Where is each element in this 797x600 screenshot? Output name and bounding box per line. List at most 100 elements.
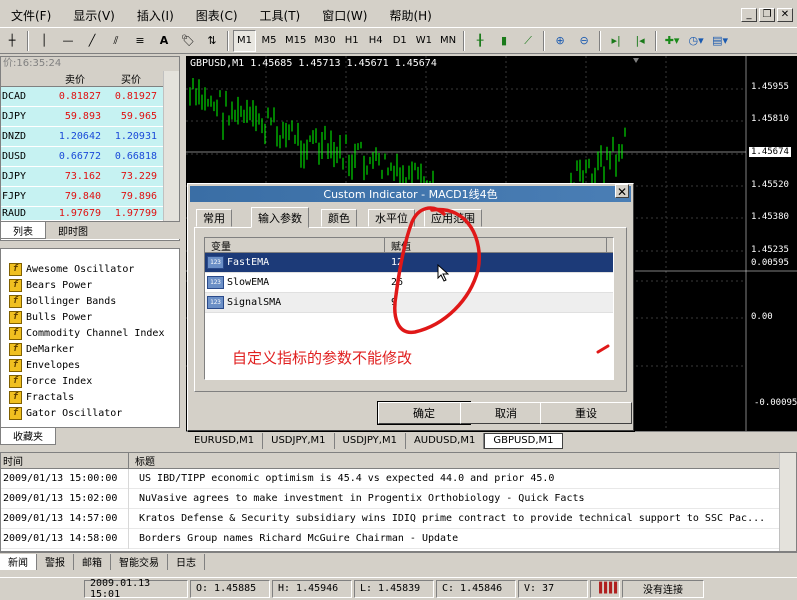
column-bid[interactable]: 卖价 xyxy=(49,71,105,86)
chart-info-line: GBPUSD,M1 1.45685 1.45713 1.45671 1.4567… xyxy=(190,58,437,69)
tab-alerts[interactable]: 警报 xyxy=(37,553,74,570)
chart-shift-icon[interactable]: |◂ xyxy=(629,30,651,52)
indicator-item[interactable]: f Gator Oscillator xyxy=(1,405,179,421)
tab-favorites[interactable]: 收藏夹 xyxy=(0,427,56,445)
candle-chart-icon[interactable]: ▮ xyxy=(493,30,515,52)
menu-window[interactable]: 窗口(W) xyxy=(311,5,378,25)
tab-mailbox[interactable]: 邮箱 xyxy=(74,553,111,570)
tab-tick-chart[interactable]: 即时图 xyxy=(46,222,100,239)
cancel-button[interactable]: 取消 xyxy=(460,402,552,424)
reset-button[interactable]: 重设 xyxy=(540,402,632,424)
column-value[interactable]: 赋值 xyxy=(385,237,607,253)
restore-icon[interactable]: ❐ xyxy=(759,8,775,22)
market-watch-row[interactable]: RAUD 1.97679 1.97799 xyxy=(1,207,179,221)
column-ask[interactable]: 买价 xyxy=(105,71,161,86)
tab-journal[interactable]: 日志 xyxy=(168,553,205,570)
parameter-value[interactable]: 9 xyxy=(385,297,397,308)
bar-chart-icon[interactable]: ╂ xyxy=(469,30,491,52)
tab-chart-eurusd[interactable]: EURUSD,M1 xyxy=(186,432,264,449)
market-watch-row[interactable]: DJPY 59.893 59.965 xyxy=(1,107,179,127)
news-row[interactable]: 2009/01/13 14:58:00 Borders Group names … xyxy=(1,528,796,549)
news-row[interactable]: 2009/01/13 15:02:00 NuVasive agrees to m… xyxy=(1,488,796,509)
parameter-row[interactable]: 123 SlowEMA 26 xyxy=(205,273,613,293)
tab-chart-usdjpy[interactable]: USDJPY,M1 xyxy=(263,432,335,449)
timeframe-m15[interactable]: M15 xyxy=(282,30,309,52)
zoom-in-icon[interactable]: ⊕ xyxy=(549,30,571,52)
menu-file[interactable]: 文件(F) xyxy=(0,5,62,25)
dialog-titlebar[interactable]: Custom Indicator - MACD1线4色 xyxy=(190,186,631,202)
tab-colors[interactable]: 颜色 xyxy=(321,209,357,227)
templates-icon[interactable]: ▤▾ xyxy=(709,30,731,52)
vertical-line-icon[interactable]: │ xyxy=(33,30,55,52)
news-row[interactable]: 2009/01/13 14:57:00 Kratos Defense & Sec… xyxy=(1,508,796,529)
tab-levels[interactable]: 水平位 xyxy=(368,209,415,227)
indicator-item[interactable]: f Force Index xyxy=(1,373,179,389)
autoscroll-icon[interactable]: ▸| xyxy=(605,30,627,52)
tab-news[interactable]: 新闻 xyxy=(0,553,37,570)
tab-experts[interactable]: 智能交易 xyxy=(111,553,168,570)
tab-symbols-list[interactable]: 列表 xyxy=(0,222,46,239)
dialog-close-button[interactable]: ✕ xyxy=(615,184,629,199)
tab-common[interactable]: 常用 xyxy=(196,209,232,227)
timeframe-m5[interactable]: M5 xyxy=(258,30,280,52)
close-icon[interactable]: ✕ xyxy=(777,8,793,22)
market-watch-row[interactable]: DCAD 0.81827 0.81927 xyxy=(1,87,179,107)
channel-icon[interactable]: ⫽ xyxy=(105,30,127,52)
ok-button[interactable]: 确定 xyxy=(378,402,470,424)
indicator-item[interactable]: f Commodity Channel Index xyxy=(1,325,179,341)
parameter-value[interactable]: 12 xyxy=(385,257,403,268)
parameter-row[interactable]: 123 SignalSMA 9 xyxy=(205,293,613,313)
label-tool-icon[interactable]: 🏷 xyxy=(177,30,199,52)
menu-help[interactable]: 帮助(H) xyxy=(378,5,442,25)
minimize-icon[interactable]: _ xyxy=(741,8,757,22)
column-title[interactable]: 标题 xyxy=(129,453,155,468)
periods-icon[interactable]: ◷▾ xyxy=(685,30,707,52)
indicator-item[interactable]: f Bears Power xyxy=(1,277,179,293)
tab-inputs[interactable]: 输入参数 xyxy=(251,207,309,228)
timeframe-h4[interactable]: H4 xyxy=(365,30,387,52)
text-tool-icon[interactable]: A xyxy=(153,30,175,52)
zoom-out-icon[interactable]: ⊖ xyxy=(573,30,595,52)
timeframe-d1[interactable]: D1 xyxy=(389,30,411,52)
timeframe-m1[interactable]: M1 xyxy=(233,29,256,52)
timeframe-mn[interactable]: MN xyxy=(437,30,459,52)
horizontal-line-icon[interactable]: — xyxy=(57,30,79,52)
terminal-tabs: 新闻 警报 邮箱 智能交易 日志 xyxy=(0,552,797,570)
parameter-row[interactable]: 123 FastEMA 12 xyxy=(205,253,613,273)
trendline-icon[interactable]: ╱ xyxy=(81,30,103,52)
arrows-tool-icon[interactable]: ⇅ xyxy=(201,30,223,52)
tab-visualization[interactable]: 应用范围 xyxy=(424,209,482,227)
market-watch-scrollbar[interactable] xyxy=(163,71,179,237)
add-indicator-icon[interactable]: ✚▾ xyxy=(661,30,683,52)
indicator-item[interactable]: f Bulls Power xyxy=(1,309,179,325)
menu-view[interactable]: 显示(V) xyxy=(62,5,126,25)
timeframe-w1[interactable]: W1 xyxy=(413,30,435,52)
indicator-item[interactable]: f DeMarker xyxy=(1,341,179,357)
indicator-item[interactable]: f Awesome Oscillator xyxy=(1,261,179,277)
parameter-value[interactable]: 26 xyxy=(385,277,403,288)
crosshair-icon[interactable]: ┼ xyxy=(1,30,23,52)
news-scrollbar[interactable] xyxy=(779,453,796,551)
indicator-item[interactable]: f Fractals xyxy=(1,389,179,405)
market-watch-row[interactable]: DUSD 0.66772 0.66818 xyxy=(1,147,179,167)
tab-chart-gbpusd[interactable]: GBPUSD,M1 xyxy=(484,432,563,449)
market-watch-row[interactable]: DJPY 73.162 73.229 xyxy=(1,167,179,187)
tab-chart-usdjpy-2[interactable]: USDJPY,M1 xyxy=(335,432,406,449)
indicator-name: Awesome Oscillator xyxy=(26,263,135,275)
market-watch-row[interactable]: DNZD 1.20642 1.20931 xyxy=(1,127,179,147)
news-row[interactable]: 2009/01/13 15:00:00 US IBD/TIPP economic… xyxy=(1,468,796,489)
tab-chart-audusd[interactable]: AUDUSD,M1 xyxy=(406,432,485,449)
menu-charts[interactable]: 图表(C) xyxy=(185,5,249,25)
market-watch-row[interactable]: FJPY 79.840 79.896 xyxy=(1,187,179,207)
column-variable[interactable]: 变量 xyxy=(205,237,385,253)
column-time[interactable]: 时间 xyxy=(1,453,129,468)
line-chart-icon[interactable]: ⟋ xyxy=(517,30,539,52)
status-close: C: 1.45846 xyxy=(436,579,516,598)
indicator-item[interactable]: f Envelopes xyxy=(1,357,179,373)
indicator-item[interactable]: f Bollinger Bands xyxy=(1,293,179,309)
timeframe-m30[interactable]: M30 xyxy=(311,30,338,52)
fibonacci-icon[interactable]: ≡ xyxy=(129,30,151,52)
menu-tools[interactable]: 工具(T) xyxy=(249,5,312,25)
timeframe-h1[interactable]: H1 xyxy=(341,30,363,52)
menu-insert[interactable]: 插入(I) xyxy=(126,5,185,25)
